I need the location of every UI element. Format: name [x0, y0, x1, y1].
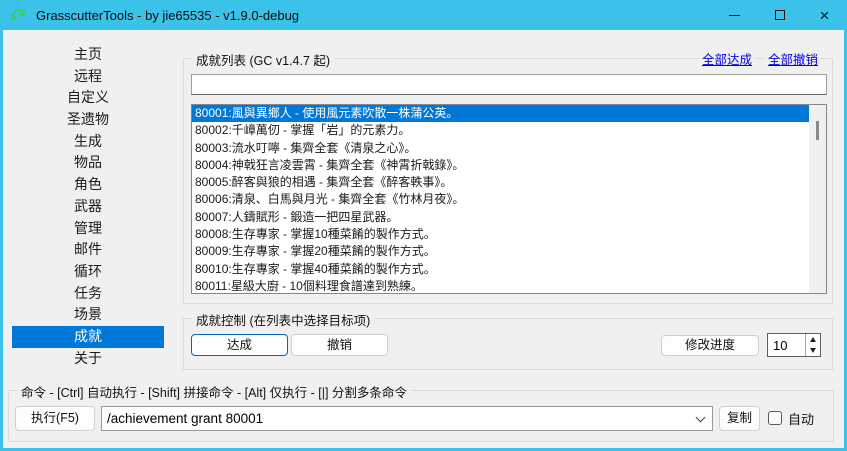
achievement-row[interactable]: 80011:星級大廚 - 10個料理食譜達到熟練。 [192, 278, 826, 294]
sidebar-item-item[interactable]: 物品 [12, 152, 164, 174]
spinner-down-icon [810, 348, 816, 353]
achievement-row[interactable]: 80002:千嶂萬仞 - 掌握「岩」的元素力。 [192, 122, 826, 139]
spinner-buttons [805, 334, 820, 356]
achievement-row[interactable]: 80008:生存專家 - 掌握10種菜餚的製作方式。 [192, 226, 826, 243]
auto-checkbox[interactable] [768, 411, 782, 425]
command-group: 命令 - [Ctrl] 自动执行 - [Shift] 拼接命令 - [Alt] … [8, 390, 834, 442]
sidebar-item-management[interactable]: 管理 [12, 218, 164, 240]
maximize-button[interactable] [757, 0, 802, 30]
command-group-title: 命令 - [Ctrl] 自动执行 - [Shift] 拼接命令 - [Alt] … [17, 382, 411, 401]
sidebar-item-home[interactable]: 主页 [12, 44, 164, 66]
command-input[interactable] [102, 407, 690, 430]
window-border-left [0, 30, 3, 448]
sidebar-item-achievement[interactable]: 成就 [12, 326, 164, 348]
achievement-control-title: 成就控制 (在列表中选择目标项) [192, 310, 374, 329]
maximize-icon [775, 10, 785, 20]
spinner-down-button[interactable] [806, 345, 820, 356]
minimize-icon [729, 15, 740, 16]
achievement-control-group: 成就控制 (在列表中选择目标项) 达成 撤销 修改进度 [183, 318, 833, 370]
run-command-button[interactable]: 执行(F5) [15, 406, 95, 431]
achievement-list-group: 成就列表 (GC v1.4.7 起) 全部达成 全部撤销 80001:風與異鄉人… [183, 58, 833, 304]
auto-checkbox-label: 自动 [788, 409, 814, 428]
achievement-row[interactable]: 80004:神戟狂言凌雲霄 - 集齊全套《神霄折戟錄》。 [192, 157, 826, 174]
achievement-row[interactable]: 80001:風與異鄉人 - 使用風元素吹散一株蒲公英。 [192, 105, 826, 122]
sidebar-item-spawn[interactable]: 生成 [12, 131, 164, 153]
window-title: GrasscutterTools - by jie65535 - v1.9.0-… [36, 8, 299, 23]
sidebar-item-weapon[interactable]: 武器 [12, 196, 164, 218]
sidebar-item-about[interactable]: 关于 [12, 348, 164, 370]
achievement-row[interactable]: 80005:醉客與狼的相遇 - 集齊全套《醉客軼事》。 [192, 174, 826, 191]
sidebar-item-mail[interactable]: 邮件 [12, 239, 164, 261]
app-icon [9, 5, 29, 25]
close-button[interactable]: × [802, 0, 847, 30]
titlebar[interactable]: GrasscutterTools - by jie65535 - v1.9.0-… [0, 0, 847, 30]
chevron-down-icon[interactable] [696, 413, 706, 423]
achievement-row[interactable]: 80007:人鑄賦形 - 鍛造一把四星武器。 [192, 209, 826, 226]
revoke-button[interactable]: 撤销 [291, 334, 388, 356]
window-controls: × [712, 0, 847, 30]
achievement-row[interactable]: 80009:生存專家 - 掌握20種菜餚的製作方式。 [192, 243, 826, 260]
sidebar-item-character[interactable]: 角色 [12, 174, 164, 196]
listbox-scrollbar[interactable] [809, 105, 826, 293]
set-progress-button[interactable]: 修改进度 [661, 335, 759, 356]
achievement-row[interactable]: 80003:流水叮嚀 - 集齊全套《清泉之心》。 [192, 140, 826, 157]
grant-button[interactable]: 达成 [191, 334, 288, 356]
achievement-list-title: 成就列表 (GC v1.4.7 起) [192, 50, 334, 69]
spinner-up-button[interactable] [806, 334, 820, 345]
minimize-button[interactable] [712, 0, 757, 30]
achievement-row[interactable]: 80010:生存專家 - 掌握40種菜餚的製作方式。 [192, 261, 826, 278]
scrollbar-thumb[interactable] [816, 121, 819, 140]
achievement-row[interactable]: 80006:清泉、白馬與月光 - 集齊全套《竹林月夜》。 [192, 191, 826, 208]
sidebar-item-artifact[interactable]: 圣遗物 [12, 109, 164, 131]
sidebar-item-custom[interactable]: 自定义 [12, 87, 164, 109]
sidebar-item-quest[interactable]: 任务 [12, 283, 164, 305]
sidebar-item-remote[interactable]: 远程 [12, 66, 164, 88]
spinner-up-icon [810, 337, 816, 342]
app-window: GrasscutterTools - by jie65535 - v1.9.0-… [0, 0, 847, 451]
revoke-all-link[interactable]: 全部撤销 [766, 49, 820, 68]
copy-button[interactable]: 复制 [719, 406, 760, 431]
progress-spinner [767, 333, 821, 357]
command-combobox [101, 406, 713, 431]
sidebar: 主页 远程 自定义 圣遗物 生成 物品 角色 武器 管理 邮件 循环 任务 场景… [12, 44, 164, 369]
progress-input[interactable] [768, 334, 805, 356]
close-icon: × [820, 7, 830, 24]
sidebar-item-scene[interactable]: 场景 [12, 304, 164, 326]
achievement-listbox: 80001:風與異鄉人 - 使用風元素吹散一株蒲公英。 80002:千嶂萬仞 -… [191, 104, 827, 294]
achievement-search-input[interactable] [191, 74, 827, 95]
grant-all-link[interactable]: 全部达成 [700, 49, 754, 68]
sidebar-item-loop[interactable]: 循环 [12, 261, 164, 283]
